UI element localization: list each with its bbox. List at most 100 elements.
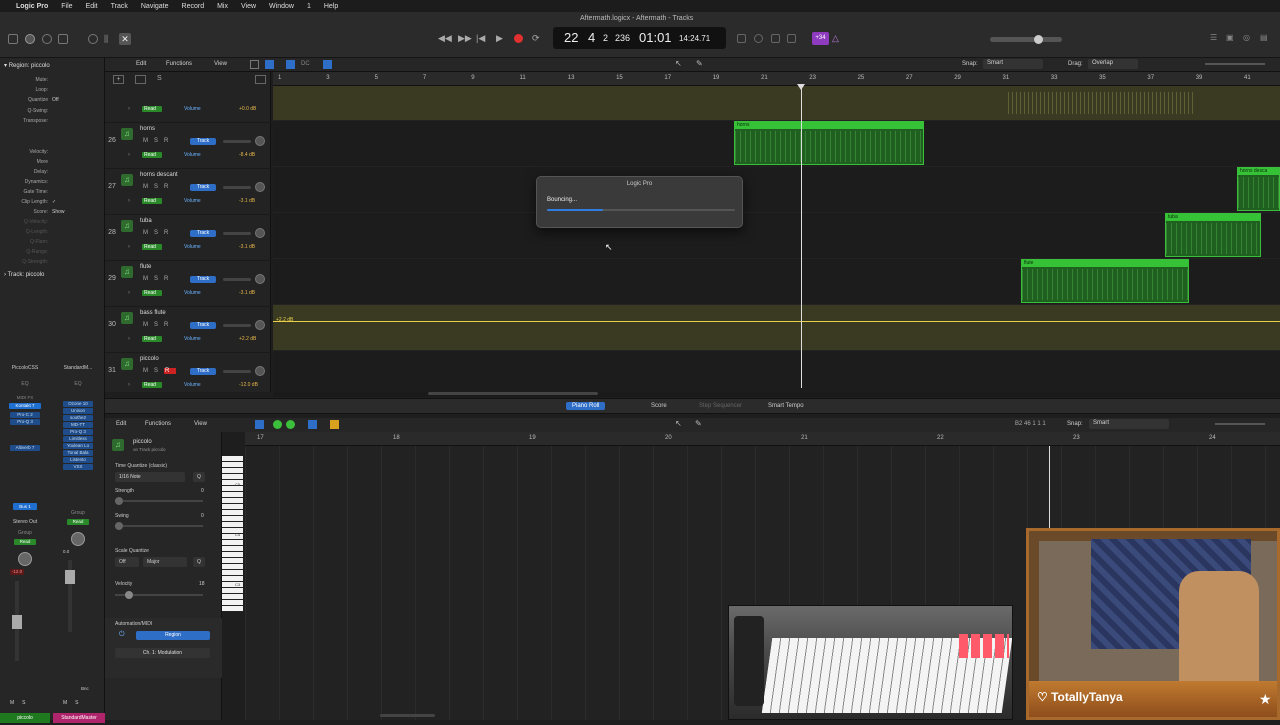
track-pan-knob[interactable] [255,182,265,192]
tab-step-sequencer[interactable]: Step Sequencer [693,402,748,410]
flex-icon[interactable] [323,60,332,69]
track-button[interactable]: Track [190,138,216,145]
rewind-icon[interactable]: ◀◀ [438,33,452,44]
playhead-marker-icon[interactable] [797,84,805,90]
region-horns[interactable]: horns [734,121,924,165]
expand-chevron-icon[interactable]: › [128,382,130,388]
region-flute[interactable]: flute [1021,259,1189,303]
strip2-plugin-10[interactable]: VSX [63,464,93,470]
record-enable-button[interactable]: R [164,230,174,236]
automation-param[interactable]: Volume [184,198,201,204]
global-solo-button[interactable]: S [157,75,162,82]
automation-mode[interactable]: Read [142,244,162,250]
mute-button[interactable]: M [143,138,154,144]
track-volume-slider[interactable] [223,324,251,327]
solo-button[interactable]: S [154,138,164,144]
strip2-plugin-4[interactable]: MD-TT [63,422,93,428]
duplicate-track-button[interactable] [135,75,146,84]
menu-edit[interactable]: Edit [86,3,98,10]
dc-button[interactable]: DC [301,61,310,67]
track-msr-buttons[interactable]: MSR [143,368,177,374]
track-header[interactable]: 27 ♫ horns descant MSR Track › Read Volu… [105,169,271,215]
loop-browser-icon[interactable]: ◎ [1243,33,1250,42]
expand-chevron-icon[interactable]: › [128,152,130,158]
menu-mix[interactable]: Mix [217,3,228,10]
strip1-plugin-3[interactable]: Altiverb 7 [10,445,40,451]
track-msr-buttons[interactable]: MSR [143,322,174,328]
track-volume-slider[interactable] [223,186,251,189]
strip1-plugin-1[interactable]: Pro-C 2 [10,412,40,418]
menu-window[interactable]: Window [269,3,294,10]
zoom-slider[interactable] [1205,63,1265,65]
pr-automation-power-icon[interactable]: ⏻ [119,631,125,639]
track-msr-buttons[interactable]: MSR [143,184,174,190]
strip2-plugin-3[interactable]: soothe2 [63,415,93,421]
strip2-fader[interactable] [65,560,75,632]
pr-sq-off[interactable]: Off [115,557,139,567]
expand-chevron-icon[interactable]: › [128,198,130,204]
pr-midi-out-icon[interactable] [286,420,295,429]
solo-button[interactable]: S [154,368,164,374]
track-volume-slider[interactable] [223,232,251,235]
track-pan-knob[interactable] [255,136,265,146]
menu-navigate[interactable]: Navigate [141,3,169,10]
strip1-plugin-2[interactable]: Pro-Q 3 [10,419,40,425]
piano-keyboard[interactable]: C5 C4 C3 [222,456,243,612]
region-header[interactable]: ▾ Region: piccolo [4,62,50,69]
track-msr-buttons[interactable]: MSR [143,230,174,236]
toolbar-toggle-button[interactable] [58,34,68,44]
track-volume-slider[interactable] [223,278,251,281]
go-to-beginning-icon[interactable]: |◀ [476,33,485,44]
catch-icon[interactable] [286,60,295,69]
tracks-edit-menu[interactable]: Edit [136,61,146,67]
strip2-plugin-5[interactable]: Pro-Q 3 [63,429,93,435]
record-enable-button[interactable]: R [164,322,174,328]
region-tuba[interactable]: tuba [1165,213,1261,257]
automation-param[interactable]: Volume [184,290,201,296]
strip2-pan-knob[interactable] [71,532,85,546]
automation-param[interactable]: Volume [184,382,201,388]
automation-mode[interactable]: Read [142,198,162,204]
record-enable-button[interactable]: R [164,276,174,282]
pr-functions-menu[interactable]: Functions [145,421,171,427]
metronome-button[interactable] [754,34,763,43]
automation-mode[interactable]: Read [142,106,162,112]
master-volume-slider[interactable] [990,35,1062,44]
automation-mode[interactable]: Read [142,382,162,388]
strip2-plugin-1[interactable]: Ozone 10 [63,401,93,407]
automation-mode[interactable]: Read [142,290,162,296]
strip2-eq[interactable]: EQ [53,381,103,387]
solo-button[interactable]: S [154,276,164,282]
track-options-button[interactable] [255,75,266,84]
strip1-automation[interactable]: Read [14,539,36,545]
record-enable-button[interactable]: R [164,184,174,190]
strip2-plugin-9[interactable]: Listento [63,457,93,463]
add-track-button[interactable]: + [113,75,124,84]
menu-view[interactable]: View [241,3,256,10]
menu-file[interactable]: File [61,3,72,10]
play-icon[interactable]: ▶ [496,33,503,44]
tab-score[interactable]: Score [645,402,673,410]
track-pan-knob[interactable] [255,366,265,376]
mute-button[interactable]: M [143,230,154,236]
list-editors-button[interactable] [787,34,796,43]
pr-pointer-tool-icon[interactable]: ↖ [675,419,682,428]
tab-piano-roll[interactable]: Piano Roll [566,402,606,410]
inspector-button[interactable] [25,34,35,44]
track-name[interactable]: tuba [140,218,152,224]
smart-controls-button[interactable] [88,34,98,44]
pr-view-menu[interactable]: View [194,421,207,427]
expand-chevron-icon[interactable]: › [128,290,130,296]
track-header[interactable]: 31 ♫ piccolo MSR Track › Read Volume -12… [105,353,271,399]
automation-mode[interactable]: Read [142,336,162,342]
cycle-icon[interactable]: ⟳ [532,33,540,44]
count-in-button[interactable] [771,34,780,43]
strip1-group[interactable]: Group [0,530,50,536]
track-header[interactable]: 28 ♫ tuba MSR Track › Read Volume -3.1 d… [105,215,271,261]
record-enable-button[interactable]: R [164,368,177,374]
strip1-bus[interactable]: Bus 1 [13,503,37,510]
strip1-output[interactable]: Stereo Out [0,519,50,525]
track-msr-buttons[interactable]: MSR [143,138,174,144]
strip1-ms[interactable]: MS [10,700,34,706]
pr-sq-q-button[interactable]: Q [193,557,205,567]
